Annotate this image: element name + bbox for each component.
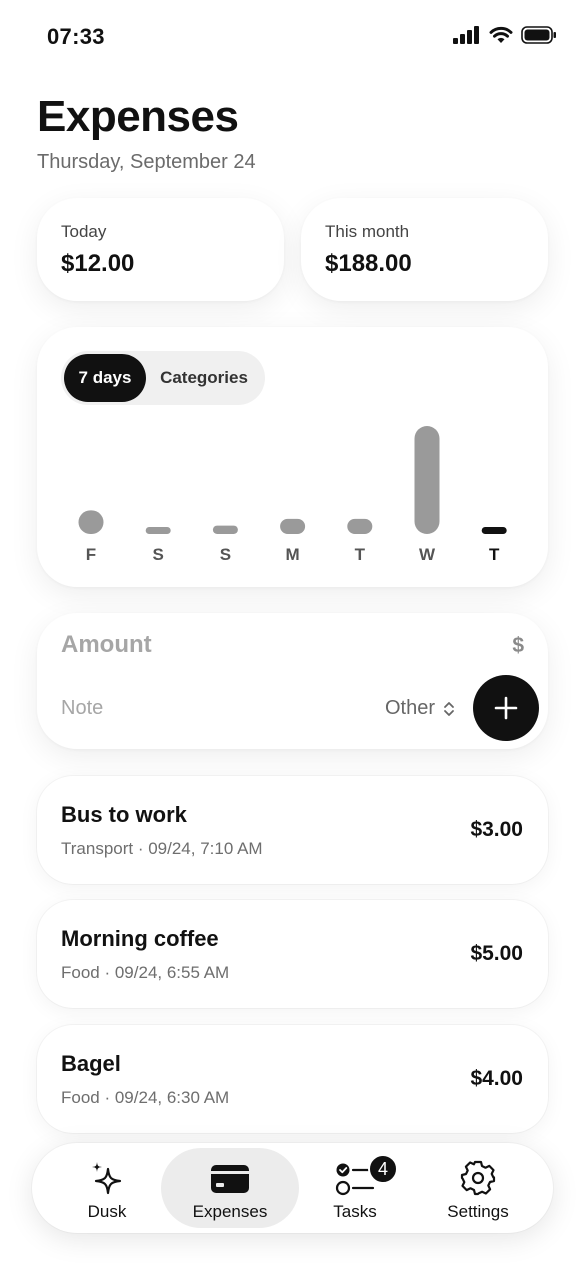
today-label: Today bbox=[61, 222, 107, 241]
add-expense-button[interactable] bbox=[473, 675, 539, 741]
tab-tasks-label: Tasks bbox=[333, 1202, 377, 1221]
expense-name: Bus to work bbox=[61, 802, 187, 827]
today-value: $12.00 bbox=[61, 250, 135, 277]
tab-tasks[interactable]: 4 Tasks bbox=[300, 1148, 410, 1228]
signal-icon bbox=[453, 26, 479, 44]
expense-row[interactable]: Bagel Food · 09/24, 6:30 AM $4.00 bbox=[37, 1025, 548, 1133]
month-summary-card: This month $188.00 bbox=[301, 198, 548, 301]
chart-day-label: S bbox=[220, 545, 231, 564]
status-icons bbox=[453, 26, 557, 44]
chart-day-label: M bbox=[286, 545, 300, 564]
currency-symbol: $ bbox=[512, 634, 524, 657]
chart-day-label: T bbox=[355, 545, 366, 564]
chart-day-label: W bbox=[419, 545, 436, 564]
credit-card-icon bbox=[211, 1165, 249, 1193]
spending-bar-chart: FSSMTWT bbox=[78, 426, 507, 564]
plus-icon bbox=[494, 696, 518, 720]
category-select[interactable]: Other bbox=[385, 697, 455, 720]
tab-settings-label: Settings bbox=[447, 1202, 509, 1221]
chart-bar bbox=[414, 426, 440, 534]
expense-meta: Transport · 09/24, 7:10 AM bbox=[61, 839, 263, 858]
chart-bar bbox=[145, 527, 171, 534]
page-title: Expenses bbox=[37, 92, 239, 141]
expense-name: Bagel bbox=[61, 1051, 121, 1076]
tab-expenses[interactable]: Expenses bbox=[161, 1148, 299, 1228]
expense-amount: $4.00 bbox=[470, 1067, 523, 1090]
expense-amount: $3.00 bbox=[470, 818, 523, 841]
sparkles-icon bbox=[92, 1162, 122, 1195]
tab-expenses-label: Expenses bbox=[192, 1202, 268, 1221]
expense-meta: Food · 09/24, 6:55 AM bbox=[61, 963, 230, 982]
status-time: 07:33 bbox=[47, 24, 105, 49]
expense-row[interactable]: Bus to work Transport · 09/24, 7:10 AM $… bbox=[37, 776, 548, 884]
chart-bar bbox=[212, 525, 238, 534]
wifi-icon bbox=[489, 26, 513, 43]
gear-icon bbox=[460, 1160, 496, 1196]
expense-amount: $5.00 bbox=[470, 942, 523, 965]
category-value: Other bbox=[385, 697, 436, 719]
chart-day-label: T bbox=[489, 545, 500, 564]
tab-dusk-label: Dusk bbox=[87, 1202, 127, 1221]
chevron-up-down-icon bbox=[444, 701, 454, 716]
tasks-badge: 4 bbox=[368, 1154, 398, 1184]
today-summary-card: Today $12.00 bbox=[37, 198, 284, 301]
month-value: $188.00 bbox=[325, 250, 412, 277]
amount-input[interactable]: Amount bbox=[61, 631, 152, 659]
bottom-tab-bar: Dusk Expenses 4 Tasks Settings bbox=[32, 1143, 553, 1233]
spending-chart-card: 7 days Categories FSSMTWT bbox=[37, 327, 548, 587]
note-input[interactable]: Note bbox=[61, 697, 103, 720]
chart-day-label: S bbox=[153, 545, 164, 564]
month-label: This month bbox=[325, 222, 410, 241]
chart-bar bbox=[481, 527, 507, 534]
chart-day-label: F bbox=[86, 545, 96, 564]
expense-row[interactable]: Morning coffee Food · 09/24, 6:55 AM $5.… bbox=[37, 900, 548, 1008]
chart-bar bbox=[78, 510, 104, 534]
battery-icon bbox=[521, 26, 556, 44]
expense-name: Morning coffee bbox=[61, 926, 219, 951]
tab-settings[interactable]: Settings bbox=[418, 1148, 538, 1228]
chart-bar bbox=[347, 518, 373, 534]
expense-meta: Food · 09/24, 6:30 AM bbox=[61, 1088, 230, 1107]
tab-dusk[interactable]: Dusk bbox=[46, 1148, 168, 1228]
add-expense-card: Amount $ Note Other bbox=[37, 613, 548, 749]
page-date: Thursday, September 24 bbox=[37, 151, 256, 173]
expenses-screen: 07:33 Expenses Thursday, September 24 To… bbox=[0, 0, 585, 1266]
chart-bar bbox=[280, 518, 306, 534]
